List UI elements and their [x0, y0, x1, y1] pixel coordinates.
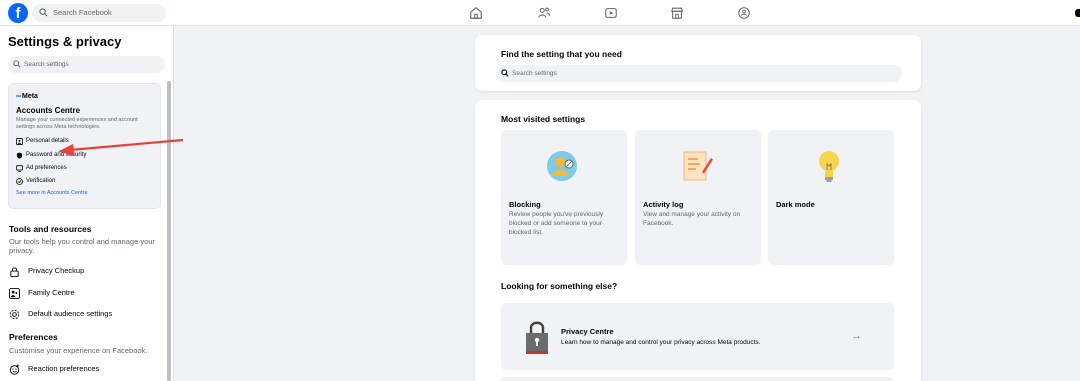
next-list-item[interactable] [501, 377, 894, 381]
find-setting-title: Find the setting that you need [501, 49, 622, 59]
privacy-centre-item[interactable]: Privacy Centre Learn how to manage and c… [501, 303, 894, 370]
tile-blocking[interactable]: Blocking Review people you've previously… [501, 130, 627, 265]
arrow-right-icon: → [851, 330, 862, 342]
activity-log-icon [683, 151, 713, 181]
main-search-placeholder: Search settings [512, 70, 557, 77]
main-search-input[interactable]: Search settings [496, 65, 902, 82]
lightbulb-icon [819, 151, 839, 182]
looking-title: Looking for something else? [501, 281, 618, 291]
lock-icon [526, 321, 548, 354]
privacy-centre-description: Learn how to manage and control your pri… [561, 339, 761, 346]
tile-title: Activity log [643, 200, 684, 209]
privacy-centre-title: Privacy Centre [561, 327, 614, 336]
tile-title: Blocking [509, 200, 541, 209]
search-icon [501, 69, 509, 77]
find-setting-card: Find the setting that you need Search se… [475, 35, 921, 91]
tile-title: Dark mode [776, 200, 815, 209]
tile-dark-mode[interactable]: Dark mode [768, 130, 894, 265]
tile-description: Review people you've previously blocked … [509, 211, 604, 236]
most-visited-title: Most visited settings [501, 114, 586, 124]
tile-description: View and manage your activity on Faceboo… [643, 211, 741, 227]
tile-activity-log[interactable]: Activity log View and manage your activi… [635, 130, 761, 265]
blocking-icon [547, 151, 577, 181]
